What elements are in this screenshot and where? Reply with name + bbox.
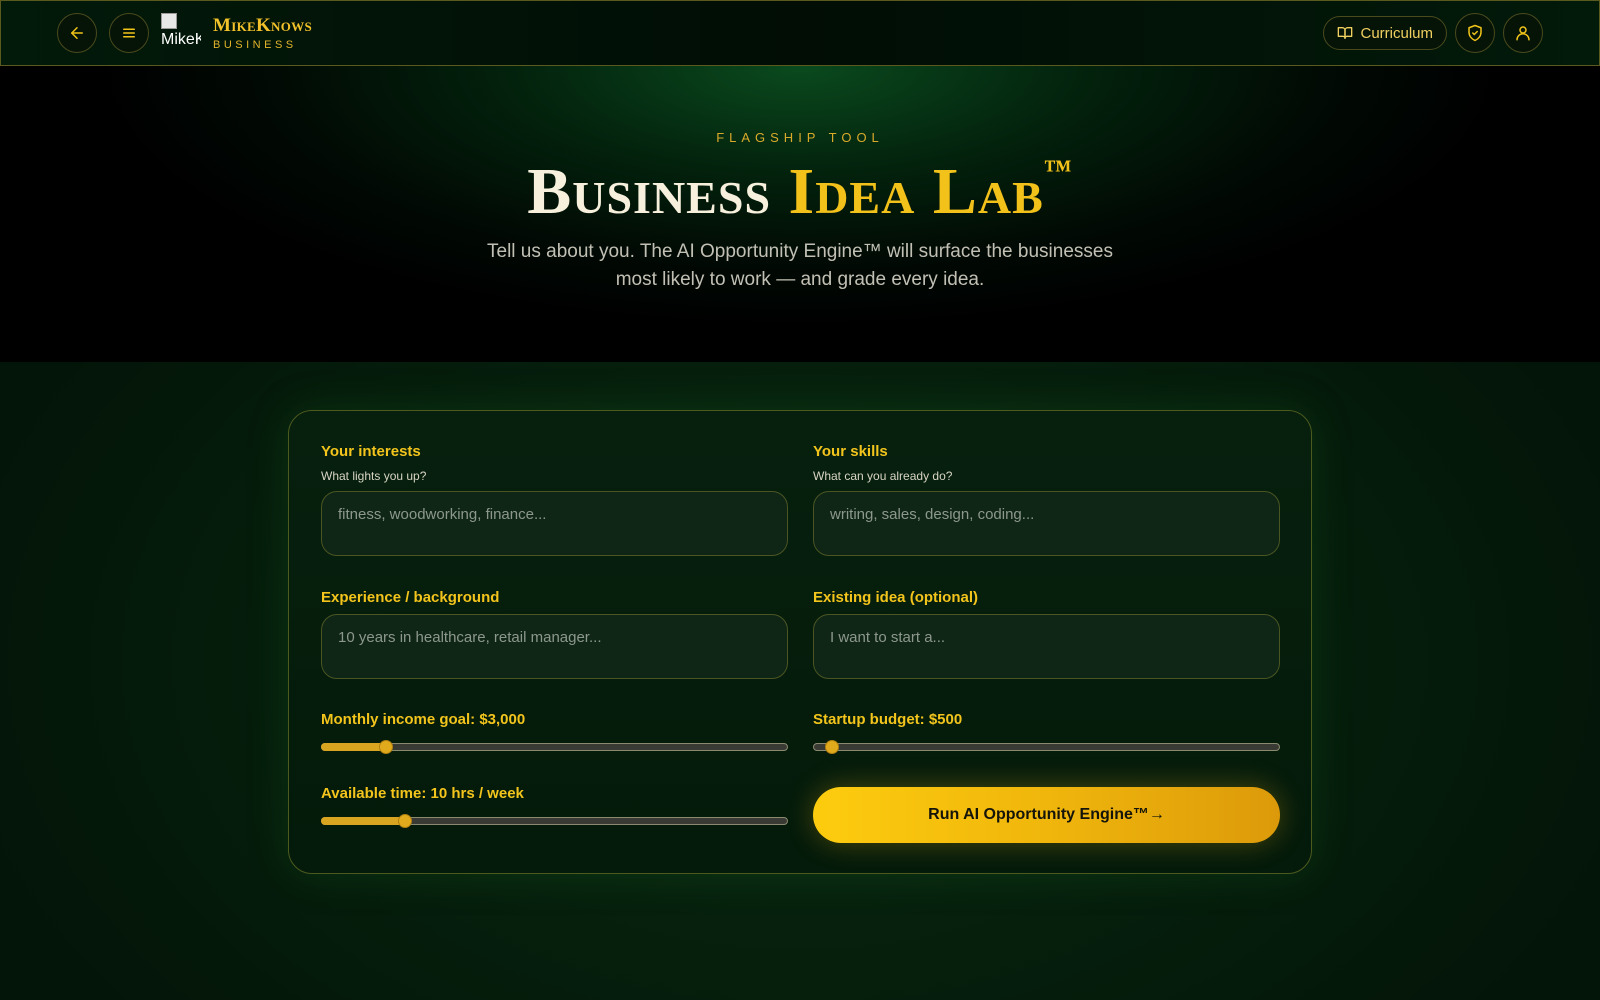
open-book-icon	[1338, 27, 1353, 39]
run-engine-button[interactable]: Run AI Opportunity Engine™→	[813, 787, 1280, 843]
title-main: Business	[527, 155, 789, 228]
skills-help: What can you already do?	[813, 469, 953, 483]
interests-label: Your interests	[321, 443, 421, 460]
interests-input[interactable]	[321, 491, 788, 556]
available-time-field: Available time: 10 hrs / week	[321, 785, 788, 828]
hero-subtitle: Tell us about you. The AI Opportunity En…	[487, 241, 1113, 290]
curriculum-label: Curriculum	[1360, 24, 1433, 42]
startup-budget-slider[interactable]	[813, 740, 1280, 754]
menu-button[interactable]	[109, 13, 149, 53]
hamburger-menu-icon	[123, 28, 135, 38]
shield-check-icon	[1468, 24, 1482, 42]
security-button[interactable]	[1455, 13, 1495, 53]
income-goal-slider[interactable]	[321, 740, 788, 754]
brand-subtitle: BUSINESS	[213, 39, 297, 51]
slider-thumb[interactable]	[398, 814, 413, 828]
profile-button[interactable]	[1503, 13, 1543, 53]
skills-label: Your skills	[813, 443, 888, 460]
arrow-left-icon	[71, 27, 83, 39]
main-content: Your interests What lights you up? Your …	[0, 362, 1600, 1000]
brand-name: MikeKnows	[213, 15, 312, 36]
curriculum-button[interactable]: Curriculum	[1323, 16, 1447, 50]
available-time-slider[interactable]	[321, 814, 788, 828]
brand-wordmark[interactable]: MikeKnows BUSINESS	[213, 15, 312, 51]
startup-budget-label: Startup budget: $500	[813, 711, 963, 728]
logo-image[interactable]: MikeKnows	[161, 13, 201, 53]
income-goal-field: Monthly income goal: $3,000	[321, 711, 788, 754]
experience-input[interactable]	[321, 614, 788, 679]
existing-idea-field: Existing idea (optional)	[813, 589, 1280, 684]
slider-track	[813, 743, 1280, 751]
trademark-mark: ™	[1043, 155, 1073, 186]
top-navigation-bar: MikeKnows MikeKnows BUSINESS Curriculum	[0, 0, 1600, 66]
startup-budget-field: Startup budget: $500	[813, 711, 1280, 754]
skills-field: Your skills What can you already do?	[813, 443, 1280, 561]
page-title: Business Idea Lab™	[0, 154, 1600, 230]
existing-idea-input[interactable]	[813, 614, 1280, 679]
back-button[interactable]	[57, 13, 97, 53]
user-icon	[1516, 26, 1530, 41]
logo-alt-text: MikeKnows	[161, 31, 201, 48]
slider-fill	[321, 817, 406, 825]
income-goal-label: Monthly income goal: $3,000	[321, 711, 526, 728]
slider-thumb[interactable]	[824, 740, 839, 754]
experience-field: Experience / background	[321, 589, 788, 684]
skills-input[interactable]	[813, 491, 1280, 556]
existing-idea-label: Existing idea (optional)	[813, 589, 979, 606]
available-time-label: Available time: 10 hrs / week	[321, 785, 524, 802]
slider-fill	[321, 743, 387, 751]
experience-label: Experience / background	[321, 589, 500, 606]
broken-image-icon	[161, 13, 177, 29]
title-accent: Idea Lab	[788, 155, 1044, 228]
slider-thumb[interactable]	[379, 740, 394, 754]
interests-help: What lights you up?	[321, 469, 427, 483]
hero-section: FLAGSHIP TOOL Business Idea Lab™ Tell us…	[0, 66, 1600, 362]
idea-lab-form: Your interests What lights you up? Your …	[288, 410, 1312, 874]
interests-field: Your interests What lights you up?	[321, 443, 788, 561]
nav-actions: Curriculum	[1323, 13, 1543, 53]
hero-eyebrow: FLAGSHIP TOOL	[716, 130, 884, 145]
